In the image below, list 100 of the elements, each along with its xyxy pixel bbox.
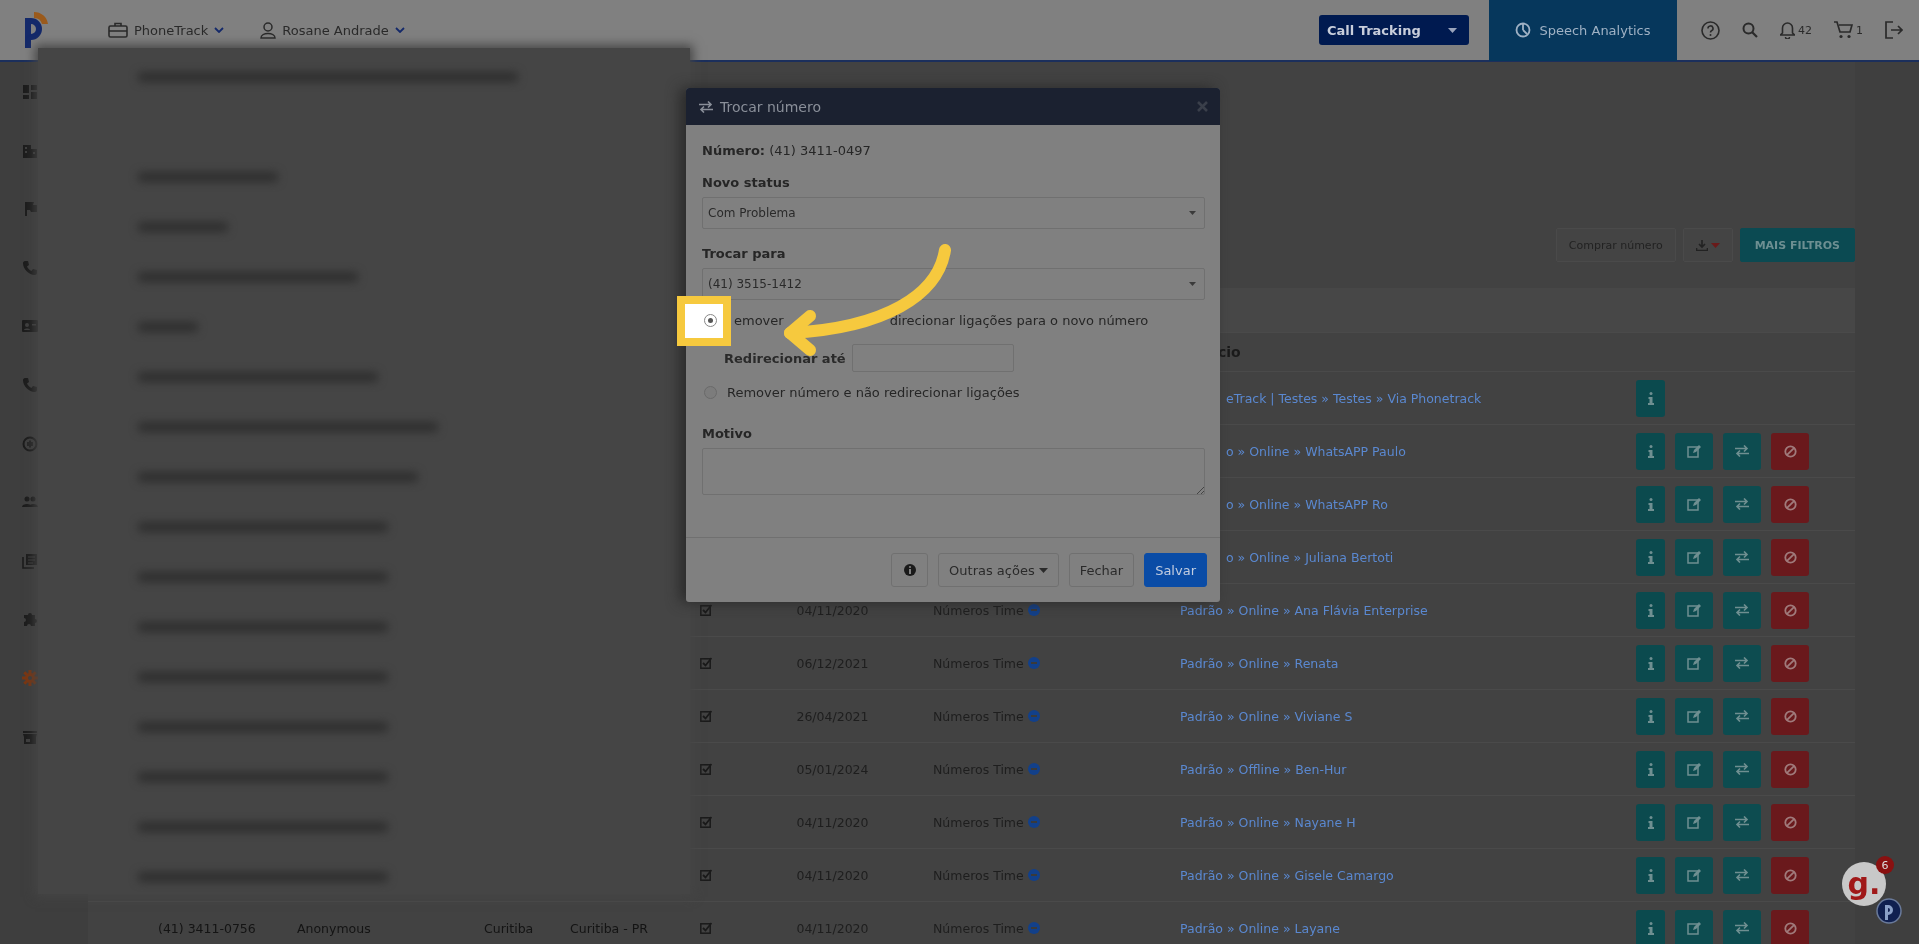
service-path-link[interactable]: o » Online » Juliana Bertoti: [1226, 549, 1394, 565]
edit-button[interactable]: [1675, 697, 1713, 735]
close-button[interactable]: Fechar: [1068, 553, 1135, 587]
edit-button[interactable]: [1675, 750, 1713, 788]
remove-icon: [1027, 710, 1040, 722]
download-button[interactable]: [1682, 228, 1733, 262]
remove-icon: [1027, 763, 1040, 775]
info-button[interactable]: [1636, 485, 1665, 523]
option-label: Remover número e não redirecionar ligações: [727, 385, 1020, 400]
building-icon[interactable]: [22, 142, 38, 159]
block-button[interactable]: [1771, 538, 1809, 576]
block-button[interactable]: [1771, 485, 1809, 523]
edit-button[interactable]: [1675, 803, 1713, 841]
swap-button[interactable]: [1723, 803, 1761, 841]
swap-button[interactable]: [1723, 750, 1761, 788]
status-select[interactable]: Com Problema: [702, 197, 1205, 229]
user-menu[interactable]: Rosane Andrade: [282, 22, 389, 38]
swap-icon: [1734, 869, 1750, 881]
save-button[interactable]: Salvar: [1144, 553, 1207, 587]
info-button[interactable]: [1636, 644, 1665, 682]
block-button[interactable]: [1771, 432, 1809, 470]
edit-button[interactable]: [1675, 856, 1713, 894]
edit-button[interactable]: [1675, 909, 1713, 944]
close-icon[interactable]: [1197, 101, 1208, 112]
info-icon: [1647, 709, 1654, 723]
info-button[interactable]: [1636, 591, 1665, 629]
service-path-link[interactable]: eTrack | Testes » Testes » Via Phonetrack: [1226, 390, 1482, 406]
info-button[interactable]: [1636, 432, 1665, 470]
edit-icon: [1687, 497, 1701, 511]
remove-icon: [1027, 869, 1040, 881]
swap-button[interactable]: [1723, 538, 1761, 576]
service-path-link[interactable]: Padrão » Online » Gisele Camargo: [1180, 867, 1394, 883]
block-button[interactable]: [1771, 697, 1809, 735]
edit-icon: [1687, 921, 1701, 935]
block-button[interactable]: [1771, 591, 1809, 629]
info-button[interactable]: [1636, 803, 1665, 841]
block-icon: [1783, 603, 1797, 617]
block-button[interactable]: [1771, 644, 1809, 682]
info-button[interactable]: [1636, 856, 1665, 894]
block-icon: [1783, 815, 1797, 829]
swap-button[interactable]: [1723, 432, 1761, 470]
block-button[interactable]: [1771, 909, 1809, 944]
service-path-link[interactable]: Padrão » Online » Layane: [1180, 920, 1340, 936]
puzzle-icon[interactable]: [22, 611, 38, 628]
help-button[interactable]: [1701, 20, 1720, 40]
block-button[interactable]: [1771, 750, 1809, 788]
info-icon: [903, 564, 916, 576]
caret-icon: [1448, 27, 1457, 33]
speech-analytics-tab[interactable]: Speech Analytics: [1489, 0, 1677, 61]
edit-button[interactable]: [1675, 644, 1713, 682]
service-path-link[interactable]: o » Online » WhatsAPP Paulo: [1226, 443, 1406, 459]
swap-button[interactable]: [1723, 909, 1761, 944]
swap-button[interactable]: [1723, 591, 1761, 629]
number-select[interactable]: (41) 3515-1412: [702, 268, 1205, 300]
info-button[interactable]: [1636, 697, 1665, 735]
notifications-button[interactable]: 42: [1780, 21, 1812, 39]
list-icon[interactable]: [22, 552, 38, 569]
search-button[interactable]: [1742, 22, 1758, 38]
dashboard-icon[interactable]: [22, 84, 38, 100]
swap-icon: [1734, 657, 1750, 669]
service-path-link[interactable]: Padrão » Online » Ana Flávia Enterprise: [1180, 602, 1428, 618]
help-icon: [1701, 20, 1720, 40]
phone-icon[interactable]: [22, 259, 38, 276]
swap-button[interactable]: [1723, 856, 1761, 894]
resize-grip-icon: [1196, 486, 1204, 494]
service-path-link[interactable]: Padrão » Online » Nayane H: [1180, 814, 1356, 830]
service-path-link[interactable]: Padrão » Offline » Ben-Hur: [1180, 761, 1347, 777]
swap-button[interactable]: [1723, 697, 1761, 735]
module-select[interactable]: Call Tracking: [1319, 15, 1469, 45]
edit-icon: [1687, 815, 1701, 829]
swap-button[interactable]: [1723, 485, 1761, 523]
block-button[interactable]: [1771, 803, 1809, 841]
info-icon: [1647, 603, 1654, 617]
service-path-link[interactable]: o » Online » WhatsAPP Ro: [1226, 496, 1388, 512]
cart-button[interactable]: 1: [1834, 21, 1863, 39]
swap-button[interactable]: [1723, 644, 1761, 682]
block-button[interactable]: [1771, 856, 1809, 894]
edit-button[interactable]: [1675, 432, 1713, 470]
store-icon[interactable]: [22, 728, 38, 745]
edit-icon: [1687, 656, 1701, 670]
service-path-link[interactable]: Padrão » Online » Viviane S: [1180, 708, 1353, 724]
edit-button[interactable]: [1675, 538, 1713, 576]
more-filters-button[interactable]: MAIS FILTROS: [1739, 228, 1855, 262]
info-button[interactable]: [1636, 379, 1665, 417]
flag-icon[interactable]: [22, 201, 38, 218]
edit-button[interactable]: [1675, 485, 1713, 523]
info-button[interactable]: [1636, 538, 1665, 576]
other-actions-dropdown[interactable]: Outras ações: [938, 553, 1059, 587]
phone-icon[interactable]: [22, 376, 38, 393]
audio-icon[interactable]: [22, 435, 38, 452]
edit-button[interactable]: [1675, 591, 1713, 629]
info-button[interactable]: [891, 553, 929, 587]
info-button[interactable]: [1636, 750, 1665, 788]
info-button[interactable]: [1636, 909, 1665, 944]
reason-text-field[interactable]: [702, 448, 1205, 495]
logout-button[interactable]: [1885, 21, 1903, 39]
block-icon: [1783, 656, 1797, 670]
product-menu[interactable]: PhoneTrack: [134, 22, 209, 38]
service-path-link[interactable]: Padrão » Online » Renata: [1180, 655, 1339, 671]
contact-card-icon[interactable]: [22, 318, 38, 335]
